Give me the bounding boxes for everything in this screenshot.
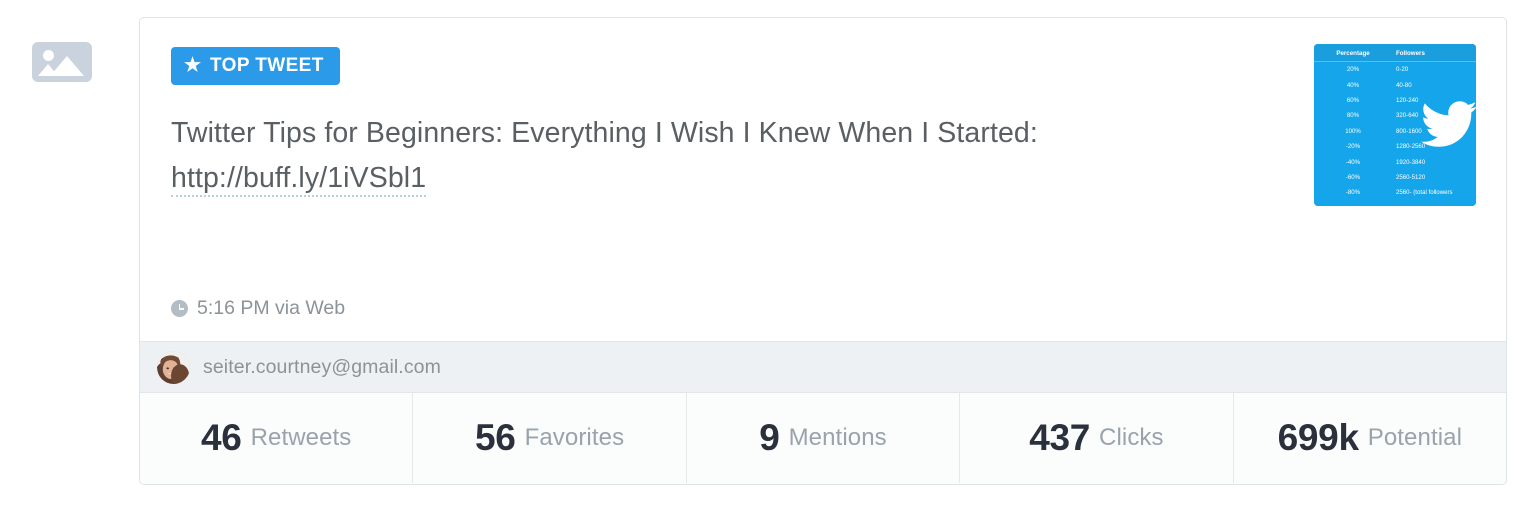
- tweet-body: ★ TOP TWEET Twitter Tips for Beginners: …: [140, 18, 1506, 341]
- tweet-thumbnail[interactable]: Percentage Followers 20% 0-20 40% 40-80 60% 1…: [1314, 44, 1476, 206]
- thumbnail-cell-followers: 40-80: [1396, 81, 1412, 89]
- stat-label: Retweets: [250, 424, 352, 451]
- thumbnail-table-row: -80% 2560- (total followers: [1314, 185, 1476, 200]
- thumbnail-table-row: 20% 0-20: [1314, 62, 1476, 77]
- thumbnail-cell-percentage: -40%: [1345, 158, 1361, 166]
- thumbnail-header-percentage: Percentage: [1336, 49, 1370, 57]
- stat-label: Clicks: [1099, 424, 1164, 451]
- twitter-bird-icon: [1421, 101, 1476, 147]
- stat-cell-mentions[interactable]: 9 Mentions: [687, 393, 961, 483]
- thumbnail-table-row: -40% 1920-3840: [1314, 154, 1476, 169]
- clock-icon: [171, 300, 188, 317]
- stat-cell-potential[interactable]: 699k Potential: [1234, 393, 1506, 483]
- top-tweet-badge-label: TOP TWEET: [210, 55, 324, 76]
- tweet-link[interactable]: http://buff.ly/1iVSbl1: [171, 162, 427, 197]
- broken-image-placeholder-icon: [32, 42, 92, 82]
- placeholder-mountain-large-icon: [50, 56, 84, 76]
- stat-label: Favorites: [524, 424, 625, 451]
- avatar-image: [157, 350, 190, 384]
- thumbnail-cell-percentage: 40%: [1346, 81, 1360, 89]
- user-avatar: [157, 350, 190, 384]
- stat-label: Mentions: [788, 424, 887, 451]
- stat-value: 56: [475, 417, 516, 458]
- thumbnail-table-header: Percentage Followers: [1314, 44, 1476, 62]
- thumbnail-table-row: 40% 40-80: [1314, 77, 1476, 92]
- thumbnail-cell-percentage: 20%: [1346, 66, 1360, 74]
- tweet-text: Twitter Tips for Beginners: Everything I…: [171, 111, 1251, 201]
- stat-value: 437: [1029, 417, 1091, 458]
- thumbnail-table-row: -60% 2560-5120: [1314, 170, 1476, 185]
- thumbnail-cell-percentage: -80%: [1345, 189, 1361, 197]
- stat-value: 699k: [1277, 417, 1359, 458]
- top-tweet-card: ★ TOP TWEET Twitter Tips for Beginners: …: [139, 17, 1507, 485]
- stats-row: 46 Retweets 56 Favorites 9 Mentions 437 Clicks 6…: [140, 393, 1506, 483]
- thumbnail-header-followers: Followers: [1396, 49, 1425, 57]
- thumbnail-table: Percentage Followers 20% 0-20 40% 40-80 60% 1…: [1314, 44, 1476, 206]
- tweet-meta: 5:16 PM via Web: [171, 297, 345, 320]
- thumbnail-cell-followers: 1920-3840: [1396, 158, 1426, 166]
- thumbnail-cell-followers: 0-20: [1396, 66, 1409, 74]
- top-tweet-badge: ★ TOP TWEET: [171, 47, 340, 85]
- stat-cell-clicks[interactable]: 437 Clicks: [960, 393, 1234, 483]
- thumbnail-cell-followers: 2560- (total followers: [1396, 189, 1453, 197]
- tweet-timestamp: 5:16 PM via Web: [197, 297, 346, 319]
- thumbnail-cell-followers: 2560-5120: [1396, 173, 1426, 181]
- stat-cell-retweets[interactable]: 46 Retweets: [140, 393, 414, 483]
- stat-label: Potential: [1367, 424, 1463, 451]
- stat-value: 46: [201, 417, 242, 458]
- thumbnail-cell-percentage: -60%: [1345, 173, 1361, 181]
- stat-value: 9: [759, 417, 780, 458]
- thumbnail-cell-percentage: 100%: [1345, 127, 1361, 135]
- account-row[interactable]: seiter.courtney@gmail.com: [140, 341, 1506, 393]
- account-email: seiter.courtney@gmail.com: [203, 355, 441, 378]
- stat-cell-favorites[interactable]: 56 Favorites: [413, 393, 687, 483]
- thumbnail-cell-percentage: 60%: [1346, 96, 1360, 104]
- tweet-text-content: Twitter Tips for Beginners: Everything I…: [171, 117, 1038, 149]
- star-icon: ★: [184, 54, 202, 76]
- thumbnail-cell-percentage: 80%: [1346, 112, 1360, 120]
- thumbnail-cell-percentage: -20%: [1345, 143, 1361, 151]
